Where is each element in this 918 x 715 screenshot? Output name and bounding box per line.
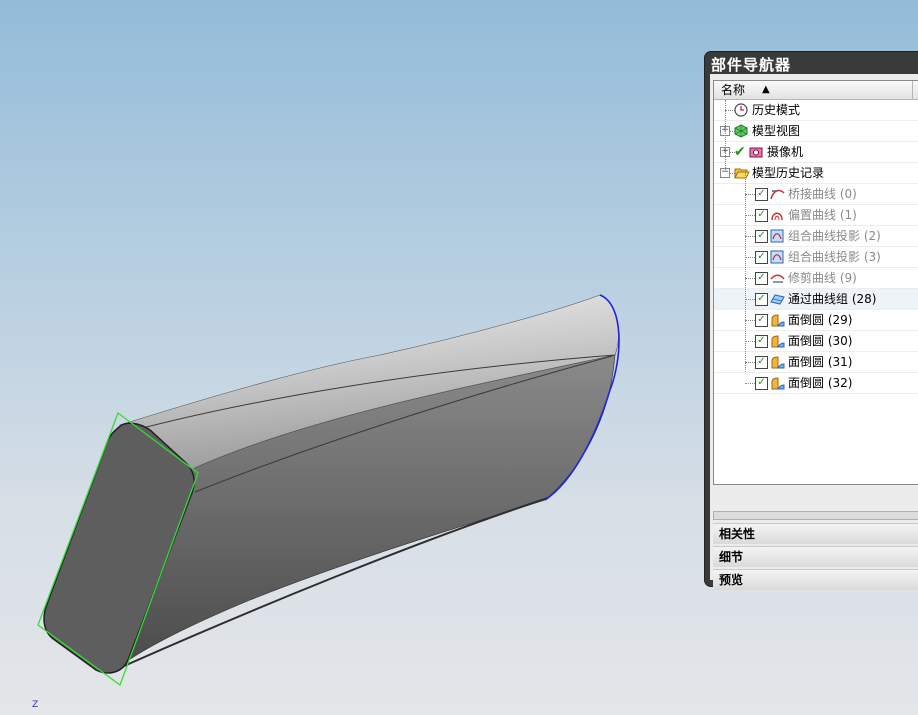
visibility-checkbox[interactable]: ✓ <box>755 251 768 264</box>
camera-icon <box>749 145 764 159</box>
tree-connector <box>745 341 755 342</box>
clock-icon <box>734 103 749 117</box>
face-blend-icon <box>770 334 785 348</box>
trim-curve-icon <box>770 271 785 285</box>
tree-connector <box>745 299 755 300</box>
tree-row-label: 摄像机 <box>767 145 804 159</box>
model-view-icon <box>734 124 749 138</box>
part-navigator-title: 部件导航器 <box>711 56 792 74</box>
tree-connector <box>745 215 755 216</box>
tree-row[interactable]: 历史模式 <box>714 100 918 121</box>
visibility-checkbox[interactable]: ✓ <box>755 356 768 369</box>
visibility-checkbox[interactable]: ✓ <box>755 209 768 222</box>
tree-connector <box>745 278 755 279</box>
tree-connector <box>745 172 746 372</box>
combined-projection-icon <box>770 229 785 243</box>
tree-row-label: 修剪曲线 (9) <box>788 271 857 285</box>
folder-open-icon <box>734 166 750 180</box>
tree-connector <box>725 100 726 170</box>
visibility-checkbox[interactable]: ✓ <box>755 188 768 201</box>
tree-row[interactable]: + ✔ 摄像机 <box>714 142 918 163</box>
tree-connector <box>745 194 755 195</box>
check-mark-icon[interactable]: ✔ <box>734 142 746 162</box>
tree-row-label: 面倒圆 (29) <box>788 313 853 327</box>
visibility-checkbox[interactable]: ✓ <box>755 230 768 243</box>
tree-row-label: 面倒圆 (31) <box>788 355 853 369</box>
part-navigator-body: 名称 ▲ 历史模式 + 模型视图 + ✔ 摄像机 − 模型历史记录 ✓ 桥接曲线 (0) ✓ 偏置曲线… <box>710 74 918 590</box>
navigator-tree[interactable]: 名称 ▲ 历史模式 + 模型视图 + ✔ 摄像机 − 模型历史记录 ✓ 桥接曲线 (0) ✓ 偏置曲线… <box>713 80 918 485</box>
tree-row-label: 模型历史记录 <box>752 166 825 180</box>
column-header-label: 名称 <box>721 83 746 97</box>
tree-connector <box>745 320 755 321</box>
tree-row[interactable]: + 模型视图 <box>714 121 918 142</box>
section-preview[interactable]: 预览 <box>713 569 918 590</box>
z-axis-label: Z <box>32 700 39 710</box>
column-header-name[interactable]: 名称 ▲ <box>714 81 918 100</box>
combined-projection-icon <box>770 250 785 264</box>
tree-row-label: 历史模式 <box>752 103 801 117</box>
column-divider[interactable] <box>912 81 913 99</box>
visibility-checkbox[interactable]: ✓ <box>755 293 768 306</box>
section-dependencies[interactable]: 相关性 <box>713 523 918 544</box>
tree-connector <box>745 383 755 384</box>
tree-row-label: 面倒圆 (32) <box>788 376 853 390</box>
face-blend-icon <box>770 355 785 369</box>
section-details[interactable]: 细节 <box>713 546 918 567</box>
face-blend-icon <box>770 376 785 390</box>
tree-row-label: 组合曲线投影 (3) <box>788 250 881 264</box>
tree-rows: 历史模式 + 模型视图 + ✔ 摄像机 − 模型历史记录 ✓ 桥接曲线 (0) ✓ 偏置曲线 (1) ✓… <box>714 100 918 394</box>
visibility-checkbox[interactable]: ✓ <box>755 377 768 390</box>
visibility-checkbox[interactable]: ✓ <box>755 272 768 285</box>
part-navigator-panel: 部件导航器 名称 ▲ 历史模式 + 模型视图 + ✔ 摄像机 − 模型历史记录 ✓ 桥接曲线 (0… <box>705 52 918 590</box>
tree-connector <box>745 257 755 258</box>
tree-row-label: 桥接曲线 (0) <box>788 187 857 201</box>
sort-ascending-icon[interactable]: ▲ <box>762 81 770 99</box>
tree-row-label: 组合曲线投影 (2) <box>788 229 881 243</box>
tree-connector <box>745 236 755 237</box>
tree-row-label: 模型视图 <box>752 124 801 138</box>
tree-row-label: 偏置曲线 (1) <box>788 208 857 222</box>
face-blend-icon <box>770 313 785 327</box>
horizontal-scrollbar[interactable] <box>713 511 918 520</box>
tree-row[interactable]: ✓ 面倒圆 (32) <box>714 373 918 394</box>
tree-connector <box>745 362 755 363</box>
visibility-checkbox[interactable]: ✓ <box>755 335 768 348</box>
through-curves-icon <box>770 292 785 306</box>
tree-row-label: 通过曲线组 (28) <box>788 292 877 306</box>
tree-row-label: 面倒圆 (30) <box>788 334 853 348</box>
bridge-curve-icon <box>770 187 785 201</box>
visibility-checkbox[interactable]: ✓ <box>755 314 768 327</box>
offset-curve-icon <box>770 208 785 222</box>
